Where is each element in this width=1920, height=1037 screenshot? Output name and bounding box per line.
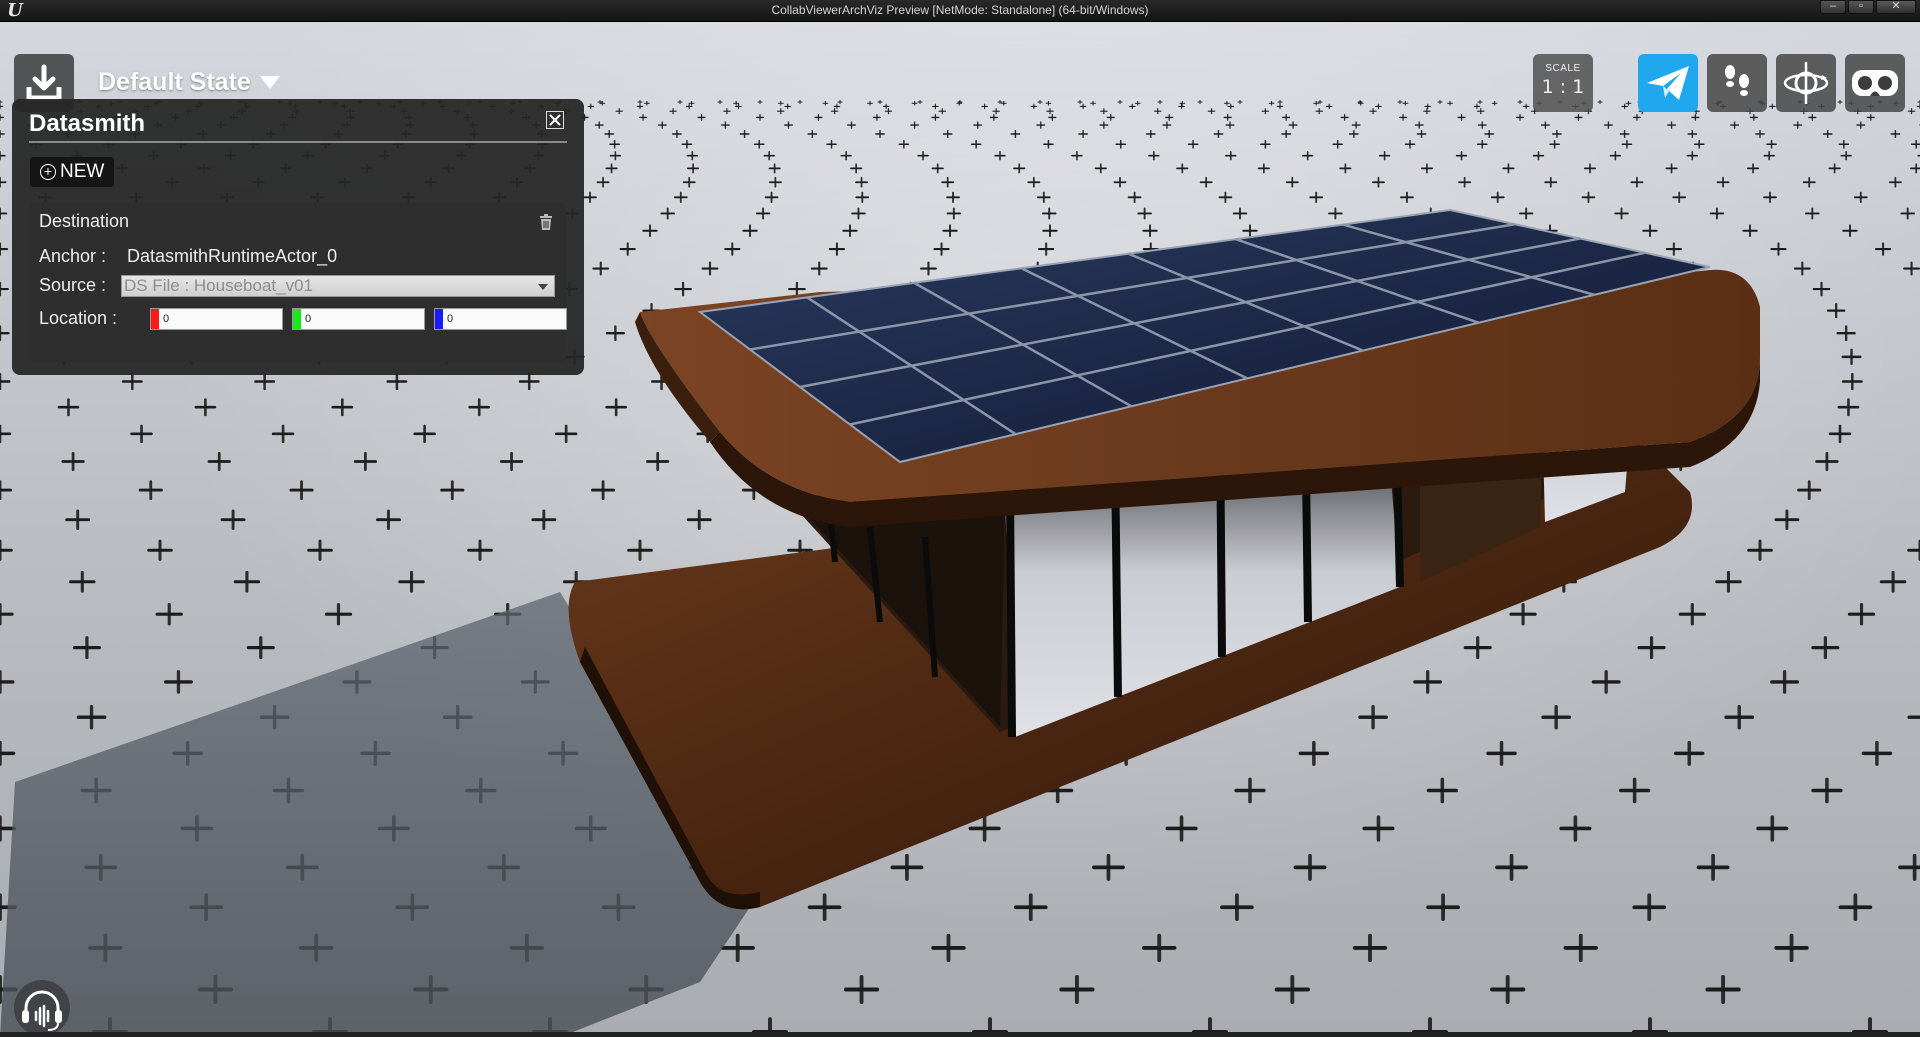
new-datasmith-button[interactable]: + NEW <box>30 157 114 187</box>
scale-caption: SCALE <box>1545 63 1581 74</box>
location-y-value: 0 <box>305 313 312 325</box>
scale-value: 1 : 1 <box>1541 76 1585 98</box>
minimize-button[interactable]: – <box>1820 0 1846 14</box>
orbit-mode-button[interactable] <box>1776 54 1836 112</box>
close-icon <box>549 114 561 126</box>
destination-card: Destination Anchor : DatasmithRuntimeAct… <box>30 202 567 362</box>
z-axis-marker <box>435 309 443 329</box>
location-x-field[interactable]: 0 <box>150 308 283 330</box>
source-dropdown-value: DS File : Houseboat_v01 <box>124 276 313 295</box>
destination-title: Destination <box>39 211 130 231</box>
window-title-bar: U CollabViewerArchViz Preview [NetMode: … <box>0 0 1920 22</box>
add-circle-icon: + <box>40 164 56 180</box>
source-label: Source : <box>39 275 107 295</box>
paper-plane-icon <box>1647 66 1689 100</box>
headset-voice-icon <box>22 990 62 1031</box>
vr-mode-button[interactable] <box>1845 54 1905 112</box>
anchor-value: DatasmithRuntimeActor_0 <box>127 246 338 266</box>
walk-mode-button[interactable] <box>1707 54 1767 112</box>
panel-close-button[interactable] <box>546 111 564 129</box>
trash-icon[interactable] <box>539 214 553 230</box>
x-axis-marker <box>151 309 159 329</box>
panel-divider <box>29 141 567 143</box>
window-controls: – ▫ ✕ <box>1820 0 1916 16</box>
location-y-field[interactable]: 0 <box>292 308 425 330</box>
chevron-down-icon[interactable] <box>258 74 282 90</box>
location-z-value: 0 <box>447 313 454 325</box>
location-z-field[interactable]: 0 <box>434 308 567 330</box>
vr-headset-icon <box>1852 70 1898 96</box>
voice-chat-button[interactable] <box>14 980 70 1036</box>
location-x-value: 0 <box>163 313 170 325</box>
location-label: Location : <box>39 308 118 328</box>
close-window-button[interactable]: ✕ <box>1876 0 1916 14</box>
new-button-label: NEW <box>60 161 105 182</box>
anchor-label: Anchor : <box>39 246 107 266</box>
window-title: CollabViewerArchViz Preview [NetMode: St… <box>771 3 1149 17</box>
datasmith-panel: Datasmith + NEW Destination Anchor : Dat… <box>12 99 584 375</box>
footsteps-icon <box>1725 65 1749 96</box>
download-tray-icon <box>26 64 62 101</box>
orbit-icon <box>1783 62 1829 104</box>
state-selector-label[interactable]: Default State <box>98 68 251 97</box>
panel-title: Datasmith <box>29 110 146 137</box>
maximize-button[interactable]: ▫ <box>1848 0 1874 14</box>
y-axis-marker <box>293 309 301 329</box>
source-dropdown[interactable]: DS File : Houseboat_v01 <box>121 275 555 297</box>
dropdown-arrow-icon <box>538 284 548 290</box>
scale-indicator[interactable]: SCALE 1 : 1 <box>1533 54 1593 112</box>
viewport-bottom-edge <box>0 1032 1920 1037</box>
fly-mode-button[interactable] <box>1638 54 1698 112</box>
